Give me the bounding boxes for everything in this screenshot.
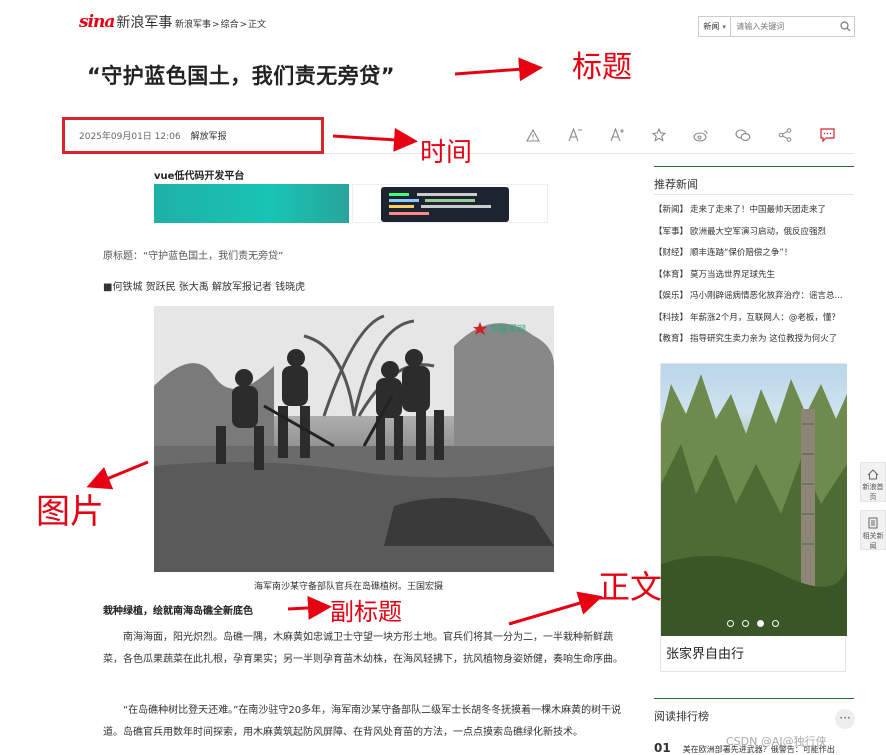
annotation-arrow bbox=[86, 460, 149, 490]
annotation-arrow bbox=[332, 127, 418, 152]
annotation-arrow bbox=[287, 595, 332, 620]
annotation-arrows bbox=[86, 57, 603, 626]
annotation-arrow bbox=[454, 57, 543, 82]
annotation-arrow bbox=[508, 591, 603, 626]
watermark: CSDN @AI@独行侠 bbox=[726, 735, 827, 748]
